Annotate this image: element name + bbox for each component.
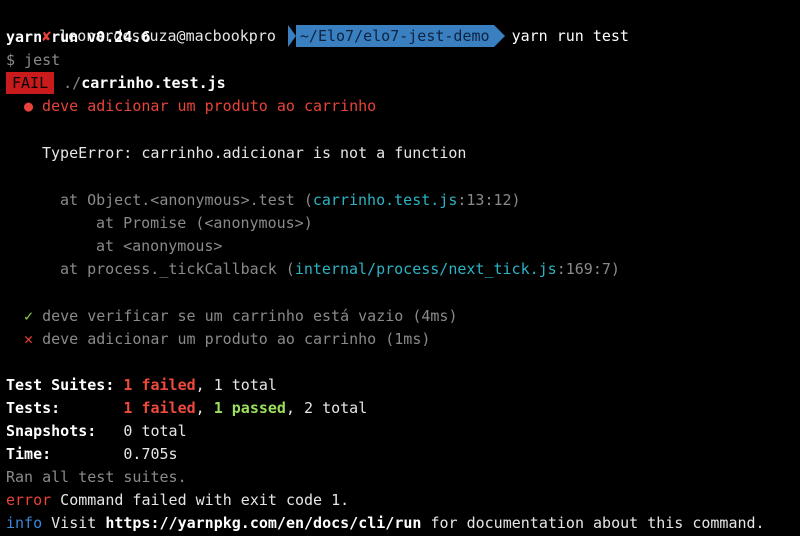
summary-label: Snapshots:: [6, 422, 124, 440]
terminal-window: ✘ leonardosouza@macbookpro ~/Elo7/elo7-jes…: [0, 0, 800, 536]
info-prefix: Visit: [42, 514, 106, 532]
summary-label: Tests:: [6, 399, 124, 417]
ran-all-message: Ran all test suites.: [6, 468, 187, 486]
summary-total: , 2 total: [285, 399, 368, 417]
failed-test-title: ● deve adicionar um produto ao carrinho: [24, 97, 377, 115]
stack-frame: at Promise (<anonymous>): [96, 214, 313, 232]
error-line: error Command failed with exit code 1.: [6, 489, 800, 511]
check-icon: ✓: [24, 307, 34, 325]
fail-header: FAIL ./carrinho.test.js: [6, 72, 800, 94]
stack-frame-link[interactable]: internal/process/next_tick.js: [295, 260, 557, 278]
summary-total: , 1 total: [195, 376, 277, 394]
summary-value: 0.705s: [123, 445, 178, 463]
stack-frame-suffix: :169:7): [556, 260, 620, 278]
cross-icon: ✕: [24, 330, 34, 348]
docs-link[interactable]: https://yarnpkg.com/en/docs/cli/run: [105, 514, 421, 532]
summary-label: Test Suites:: [6, 376, 124, 394]
stack-frame-suffix: :13:12): [457, 191, 521, 209]
info-line: info Visit https://yarnpkg.com/en/docs/c…: [6, 512, 800, 534]
test-result-text: deve verificar se um carrinho está vazio…: [42, 307, 458, 325]
stack-frame: at <anonymous>: [96, 237, 223, 255]
summary-failed: 1 failed: [123, 399, 196, 417]
stack-frame: at Object.<anonymous>.test (carrinho.tes…: [60, 189, 800, 211]
summary-time: Time: 0.705s: [6, 443, 800, 465]
summary-label: Time:: [6, 445, 124, 463]
summary-failed: 1 failed: [123, 376, 196, 394]
stack-frame: at process._tickCallback (internal/proce…: [60, 258, 800, 280]
summary-snapshots: Snapshots: 0 total: [6, 420, 800, 442]
summary-tests: Tests: 1 failed, 1 passed, 2 total: [6, 397, 800, 419]
test-file-name: carrinho.test.js: [81, 74, 226, 92]
test-file-prefix: ./: [63, 74, 82, 92]
summary-test-suites: Test Suites: 1 failed, 1 total: [6, 374, 800, 396]
info-tag: info: [6, 514, 43, 532]
test-result-text: deve adicionar um produto ao carrinho (1…: [42, 330, 431, 348]
prompt-line: ✘ leonardosouza@macbookpro ~/Elo7/elo7-jes…: [6, 3, 800, 47]
error-tag: error: [6, 491, 52, 509]
stack-frame-text: at process._tickCallback (: [60, 260, 295, 278]
test-result-row: ✕ deve adicionar um produto ao carrinho …: [24, 328, 800, 350]
test-result-row: ✓ deve verificar se um carrinho está vaz…: [24, 305, 800, 327]
yarn-version: yarn run v0.24.6: [6, 28, 151, 46]
fail-badge: FAIL: [6, 72, 55, 94]
summary-passed: 1 passed: [213, 399, 286, 417]
info-suffix: for documentation about this command.: [421, 514, 765, 532]
stack-frame-text: at Object.<anonymous>.test (: [60, 191, 313, 209]
error-text: Command failed with exit code 1.: [51, 491, 350, 509]
error-message: TypeError: carrinho.adicionar is not a f…: [42, 144, 467, 162]
jest-command: $ jest: [6, 51, 61, 69]
stack-frame-link[interactable]: carrinho.test.js: [313, 191, 458, 209]
summary-sep: ,: [195, 399, 214, 417]
summary-value: 0 total: [123, 422, 187, 440]
